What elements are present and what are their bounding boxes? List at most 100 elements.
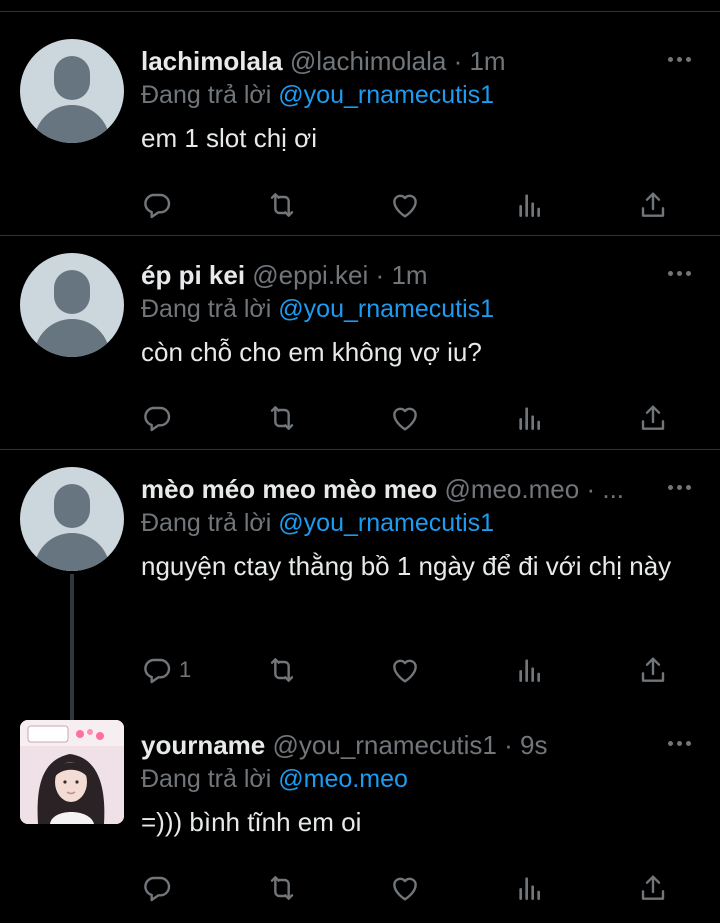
mention-link[interactable]: @you_rnamecutis1: [278, 509, 494, 537]
share-icon: [641, 192, 665, 217]
retweet-button[interactable]: [266, 400, 298, 436]
more-icon[interactable]: [666, 44, 696, 74]
reply-button[interactable]: [141, 400, 179, 436]
views-button[interactable]: [514, 652, 546, 688]
timestamp[interactable]: 1m: [469, 46, 505, 76]
replying-to-label: Đang trả lời: [141, 765, 272, 793]
avatar-body-shape: [34, 533, 110, 571]
separator: ·: [453, 46, 463, 76]
top-divider: [0, 0, 720, 12]
share-icon: [641, 657, 665, 682]
replying-to: Đang trả lời @you_rnamecutis1: [141, 506, 696, 540]
default-avatar[interactable]: [20, 39, 124, 143]
profile-photo-avatar[interactable]: [20, 720, 124, 824]
reply-button[interactable]: 1: [141, 652, 191, 688]
replying-to-label: Đang trả lời: [141, 509, 272, 537]
display-name[interactable]: ép pi kei: [141, 260, 245, 290]
action-bar: 1: [141, 652, 681, 688]
reply-button[interactable]: [141, 187, 179, 223]
separator: ·: [586, 474, 596, 504]
retweet-button[interactable]: [266, 652, 298, 688]
retweet-button[interactable]: [266, 870, 298, 906]
avatar-head-shape: [54, 56, 90, 100]
reply-icon: [144, 406, 171, 432]
share-button[interactable]: [637, 187, 669, 223]
like-button[interactable]: [389, 652, 421, 688]
tweet[interactable]: ép pi kei @eppi.kei · 1m Đang trả lời @y…: [0, 236, 720, 450]
avatar-head-shape: [54, 484, 90, 528]
tweet-header: mèo méo meo mèo meo @meo.meo · ...: [141, 472, 696, 506]
views-icon: [519, 659, 540, 682]
action-bar: [141, 870, 681, 906]
avatar-body-shape: [34, 105, 110, 143]
retweet-icon: [270, 876, 294, 900]
tweet-header: yourname @you_rnamecutis1 · 9s: [141, 728, 696, 762]
user-handle[interactable]: @you_rnamecutis1: [273, 730, 497, 760]
tweet[interactable]: yourname @you_rnamecutis1 · 9s Đang trả …: [0, 706, 720, 923]
separator: ·: [375, 260, 385, 290]
tweet-header: ép pi kei @eppi.kei · 1m: [141, 258, 696, 292]
timestamp[interactable]: 1m: [391, 260, 427, 290]
reply-button[interactable]: [141, 870, 179, 906]
user-handle[interactable]: @meo.meo: [444, 474, 579, 504]
mention-link[interactable]: @you_rnamecutis1: [278, 81, 494, 109]
more-icon[interactable]: [666, 472, 696, 502]
views-button[interactable]: [514, 870, 546, 906]
action-bar: [141, 400, 681, 436]
retweet-icon: [270, 193, 294, 217]
views-icon: [519, 194, 540, 217]
avatar-head-shape: [54, 270, 90, 314]
views-button[interactable]: [514, 400, 546, 436]
like-button[interactable]: [389, 870, 421, 906]
heart-icon: [393, 407, 417, 431]
reply-icon: [144, 876, 171, 902]
mention-link[interactable]: @you_rnamecutis1: [278, 295, 494, 323]
reply-icon: [144, 193, 171, 219]
tweet-text: =))) bình tĩnh em oi: [141, 807, 362, 837]
like-button[interactable]: [389, 187, 421, 223]
user-handle[interactable]: @lachimolala: [290, 46, 446, 76]
tweet[interactable]: mèo méo meo mèo meo @meo.meo · ... Đang …: [0, 450, 720, 706]
default-avatar[interactable]: [20, 253, 124, 357]
avatar-body-shape: [34, 319, 110, 357]
more-icon[interactable]: [666, 258, 696, 288]
reply-count: 1: [179, 657, 192, 682]
tweet-text: em 1 slot chị ơi: [141, 123, 317, 153]
heart-icon: [393, 194, 417, 218]
user-handle[interactable]: @eppi.kei: [252, 260, 368, 290]
timestamp[interactable]: 9s: [520, 730, 547, 760]
profile-photo-illustration: [20, 720, 124, 824]
views-icon: [519, 407, 540, 430]
retweet-button[interactable]: [266, 187, 298, 223]
like-button[interactable]: [389, 400, 421, 436]
tweet[interactable]: lachimolala @lachimolala · 1m Đang trả l…: [0, 12, 720, 236]
action-bar: [141, 187, 681, 223]
timestamp[interactable]: ...: [602, 474, 624, 504]
more-icon[interactable]: [666, 728, 696, 758]
display-name[interactable]: mèo méo meo mèo meo: [141, 474, 437, 504]
share-button[interactable]: [637, 400, 669, 436]
separator: ·: [504, 730, 513, 760]
heart-icon: [393, 877, 417, 901]
share-button[interactable]: [637, 870, 669, 906]
replying-to-label: Đang trả lời: [141, 81, 272, 109]
share-button[interactable]: [637, 652, 669, 688]
retweet-icon: [270, 406, 294, 430]
views-icon: [519, 877, 540, 900]
replying-to-label: Đang trả lời: [141, 295, 272, 323]
heart-icon: [393, 659, 417, 683]
retweet-icon: [270, 658, 294, 682]
replying-to: Đang trả lời @meo.meo: [141, 762, 696, 796]
reply-icon: [144, 658, 171, 684]
display-name[interactable]: yourname: [141, 730, 265, 760]
share-icon: [641, 405, 665, 430]
replying-to: Đang trả lời @you_rnamecutis1: [141, 292, 696, 326]
tweet-text: nguyện ctay thằng bồ 1 ngày để đi với ch…: [141, 551, 672, 581]
default-avatar[interactable]: [20, 467, 124, 571]
replying-to: Đang trả lời @you_rnamecutis1: [141, 78, 696, 112]
display-name[interactable]: lachimolala: [141, 46, 283, 76]
mention-link[interactable]: @meo.meo: [278, 765, 408, 793]
share-icon: [641, 875, 665, 900]
tweet-header: lachimolala @lachimolala · 1m: [141, 44, 696, 78]
views-button[interactable]: [514, 187, 546, 223]
